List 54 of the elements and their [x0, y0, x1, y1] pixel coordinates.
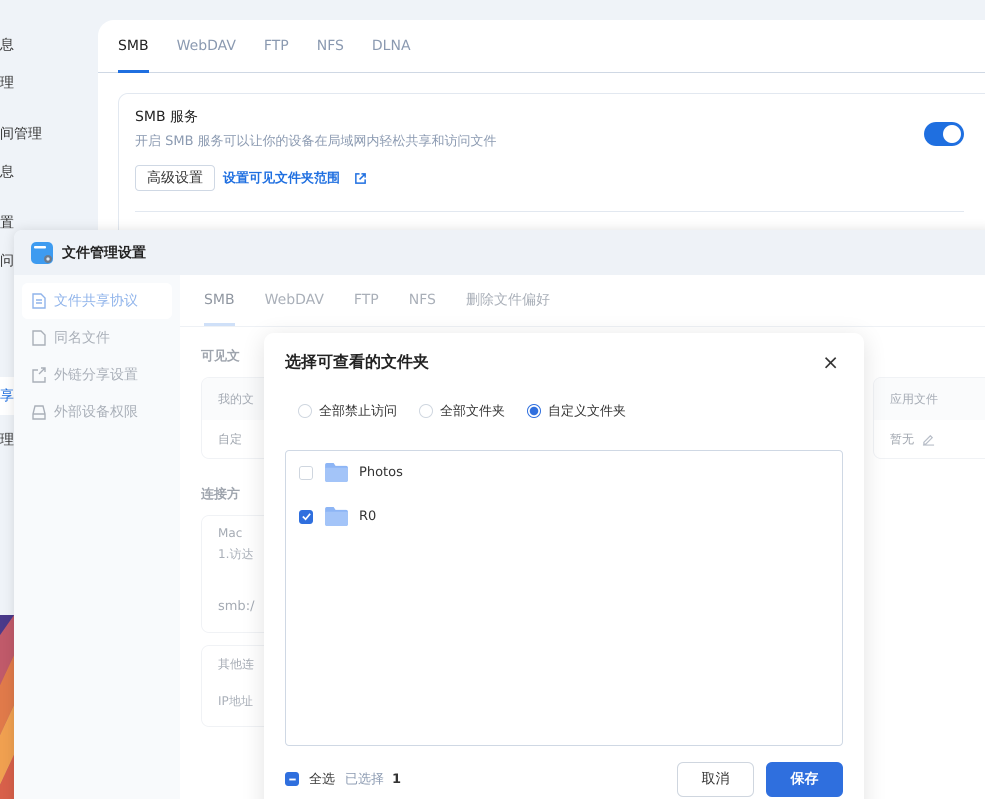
share-icon	[32, 367, 46, 383]
address-text: smb:/	[218, 598, 254, 616]
card-title: 其他连	[218, 656, 254, 673]
select-all-label: 全选	[309, 771, 335, 788]
tab[interactable]: FTP	[264, 20, 289, 73]
folder-icon	[31, 242, 53, 264]
radio-option[interactable]: 全部文件夹	[419, 400, 505, 422]
folder-icon	[325, 463, 348, 482]
file-icon	[32, 330, 46, 346]
drive-icon	[32, 404, 46, 420]
tab[interactable]: NFS	[316, 20, 344, 73]
sidebar-item[interactable]: 理	[0, 72, 14, 94]
selected-label: 已选择	[345, 771, 384, 788]
radio-option[interactable]: 自定义文件夹	[527, 400, 626, 422]
sidebar-item[interactable]: 享	[0, 377, 14, 415]
toggle-switch[interactable]	[924, 122, 964, 146]
dialog-title: 选择可查看的文件夹	[285, 352, 429, 372]
folder-name: Photos	[359, 465, 403, 480]
tab[interactable]: WebDAV	[176, 20, 236, 73]
external-link-icon	[354, 172, 367, 184]
select-all-checkbox[interactable]	[285, 772, 299, 786]
window-title: 文件管理设置	[62, 244, 146, 262]
card-step: 1.访达	[218, 546, 254, 563]
radio-option[interactable]: 全部禁止访问	[298, 400, 397, 422]
selected-count: 1	[392, 772, 402, 786]
cancel-button[interactable]: 取消	[677, 762, 754, 796]
card-title: Mac	[218, 526, 242, 540]
tab[interactable]: SMB	[118, 20, 149, 73]
section-heading: 可见文	[201, 348, 240, 365]
sidebar-item[interactable]: 理	[0, 429, 14, 451]
section-heading: 连接方	[201, 486, 240, 503]
folder-range-link[interactable]: 设置可见文件夹范围	[223, 169, 340, 187]
check-icon	[300, 511, 312, 522]
card-header: 应用文件	[890, 392, 938, 406]
address-text: IP地址	[218, 693, 253, 710]
tab[interactable]: SMB	[204, 275, 235, 326]
close-button[interactable]: ×	[818, 350, 843, 374]
document-icon	[32, 293, 46, 309]
service-description: 开启 SMB 服务可以让你的设备在局域网内轻松共享和访问文件	[135, 133, 497, 150]
card-header: 我的文	[218, 392, 254, 406]
checkbox[interactable]	[299, 510, 313, 524]
sidebar-item[interactable]: 息	[0, 34, 14, 56]
folder-icon	[325, 507, 348, 526]
sidebar-item[interactable]: 问	[0, 250, 14, 272]
save-button[interactable]: 保存	[766, 762, 843, 796]
tab[interactable]: DLNA	[372, 20, 411, 73]
folder-name: R0	[359, 509, 376, 524]
service-title: SMB 服务	[135, 108, 200, 126]
sidebar-item[interactable]: 息	[0, 161, 14, 183]
sidebar-item[interactable]: 置	[0, 212, 14, 234]
advanced-settings-button[interactable]: 高级设置	[135, 165, 215, 191]
card-value: 自定	[218, 430, 242, 448]
sidebar-item[interactable]: 间管理	[0, 123, 42, 145]
card-value: 暂无	[890, 430, 914, 448]
